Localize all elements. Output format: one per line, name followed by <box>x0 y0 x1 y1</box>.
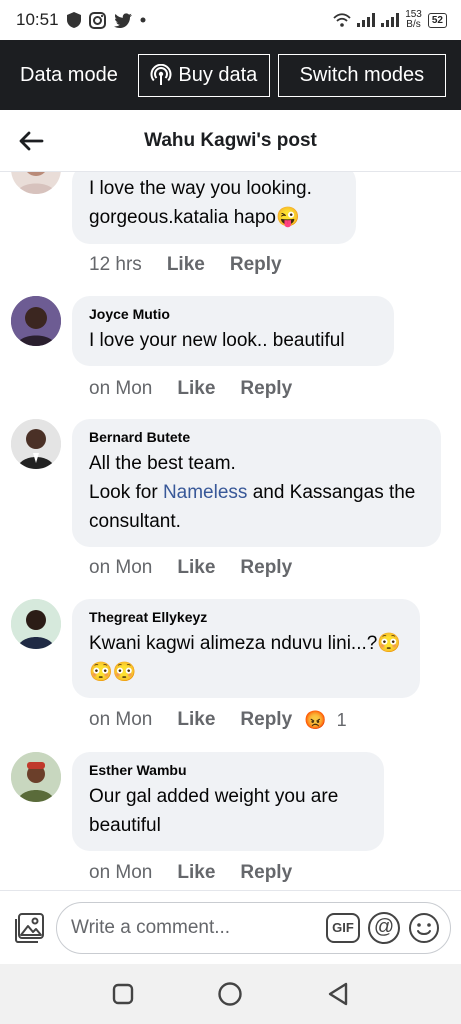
avatar[interactable] <box>11 599 61 649</box>
reply-button[interactable]: Reply <box>230 254 282 276</box>
comment-text: Our gal added weight you are beautiful <box>89 786 339 836</box>
comment-text-prefix: Look for <box>89 482 163 503</box>
reply-button[interactable]: Reply <box>240 709 292 731</box>
photo-gallery-icon[interactable] <box>12 911 46 945</box>
comment-bubble[interactable]: Bernard Butete All the best team. Look f… <box>72 419 441 547</box>
notification-dot-icon <box>140 17 146 23</box>
avatar[interactable] <box>11 419 61 469</box>
network-speed: 153 B/s <box>405 10 422 30</box>
gif-icon[interactable]: GIF <box>326 912 360 943</box>
commenter-name[interactable]: Joyce Mutio <box>89 306 378 322</box>
comment-text: All the best team. Look for Nameless and… <box>89 449 425 536</box>
comment-text: Kwani kagwi alimeza nduvu lini...?😳😳😳 <box>89 633 401 683</box>
buy-data-button[interactable]: Buy data <box>137 53 270 97</box>
switch-modes-button[interactable]: Switch modes <box>277 53 446 97</box>
comment-input-wrapper: GIF @ <box>56 901 451 954</box>
data-mode-bar: Data mode Buy data Switch modes <box>0 40 461 110</box>
avatar[interactable] <box>11 172 61 194</box>
comment-actions: on Mon Like Reply <box>89 557 317 579</box>
instagram-icon <box>88 11 106 29</box>
circle-icon[interactable] <box>217 981 243 1007</box>
at-label: @ <box>373 916 395 938</box>
status-bar: 10:51 153 B/s 52 <box>0 0 461 40</box>
comment-text-line: All the best team. <box>89 453 236 474</box>
gif-label: GIF <box>332 920 354 935</box>
reply-button[interactable]: Reply <box>240 557 292 579</box>
comment-text: I love your new look.. beautiful <box>89 330 345 351</box>
comment-actions: on Mon Like Reply <box>89 378 317 400</box>
comment-composer: GIF @ <box>0 890 461 964</box>
comment-actions: on Mon Like Reply 😡 1 <box>89 709 347 731</box>
network-speed-unit: B/s <box>406 19 421 30</box>
comment-input[interactable] <box>71 916 318 939</box>
switch-modes-label: Switch modes <box>299 63 425 86</box>
comment-time: 12 hrs <box>89 254 142 275</box>
comment-bubble[interactable]: I love the way you looking. gorgeous.kat… <box>72 172 356 244</box>
comment-time: on Mon <box>89 557 153 578</box>
page-title: Wahu Kagwi's post <box>144 129 317 151</box>
wifi-icon <box>333 13 351 27</box>
comment-bubble[interactable]: Thegreat Ellykeyz Kwani kagwi alimeza nd… <box>72 599 420 698</box>
like-button[interactable]: Like <box>177 709 215 731</box>
comment-bubble[interactable]: Esther Wambu Our gal added weight you ar… <box>72 752 384 851</box>
comment-actions: 12 hrs Like Reply <box>89 254 307 276</box>
commenter-name[interactable]: Esther Wambu <box>89 762 368 778</box>
commenter-name[interactable]: Thegreat Ellykeyz <box>89 609 404 625</box>
like-button[interactable]: Like <box>177 378 215 400</box>
comment-time: on Mon <box>89 862 153 883</box>
tagged-page-link[interactable]: Nameless <box>163 482 247 503</box>
angry-reaction-icon: 😡 <box>304 709 327 730</box>
smiley-icon[interactable] <box>408 912 440 944</box>
signal-icon <box>357 13 376 27</box>
comment-text: I love the way you looking. gorgeous.kat… <box>89 178 312 228</box>
clock: 10:51 <box>16 10 59 29</box>
signal-icon <box>381 13 400 27</box>
reaction-count: 1 <box>336 709 347 730</box>
system-navigation-bar <box>0 964 461 1024</box>
like-button[interactable]: Like <box>177 557 215 579</box>
arrow-left-icon[interactable] <box>18 128 44 154</box>
reply-button[interactable]: Reply <box>240 862 292 884</box>
reply-button[interactable]: Reply <box>240 378 292 400</box>
like-button[interactable]: Like <box>167 254 205 276</box>
post-header: Wahu Kagwi's post <box>0 110 461 172</box>
reaction-summary[interactable]: 😡 1 <box>304 710 346 731</box>
battery-level: 52 <box>431 14 443 26</box>
comment-bubble[interactable]: Joyce Mutio I love your new look.. beaut… <box>72 296 394 366</box>
shield-icon <box>66 12 81 28</box>
twitter-icon <box>113 12 132 28</box>
broadcast-icon <box>150 64 172 86</box>
comments-list[interactable]: I love the way you looking. gorgeous.kat… <box>0 172 461 890</box>
comment-actions: on Mon Like Reply <box>89 862 317 884</box>
comment-time: on Mon <box>89 709 153 730</box>
commenter-name[interactable]: Bernard Butete <box>89 429 425 445</box>
battery-icon: 52 <box>427 12 447 28</box>
like-button[interactable]: Like <box>177 862 215 884</box>
avatar[interactable] <box>11 296 61 346</box>
avatar[interactable] <box>11 752 61 802</box>
data-mode-label: Data mode <box>20 63 118 86</box>
comment-time: on Mon <box>89 378 153 399</box>
at-icon[interactable]: @ <box>368 911 400 944</box>
buy-data-label: Buy data <box>178 63 258 86</box>
square-icon[interactable] <box>112 983 134 1005</box>
triangle-back-icon[interactable] <box>327 982 349 1006</box>
